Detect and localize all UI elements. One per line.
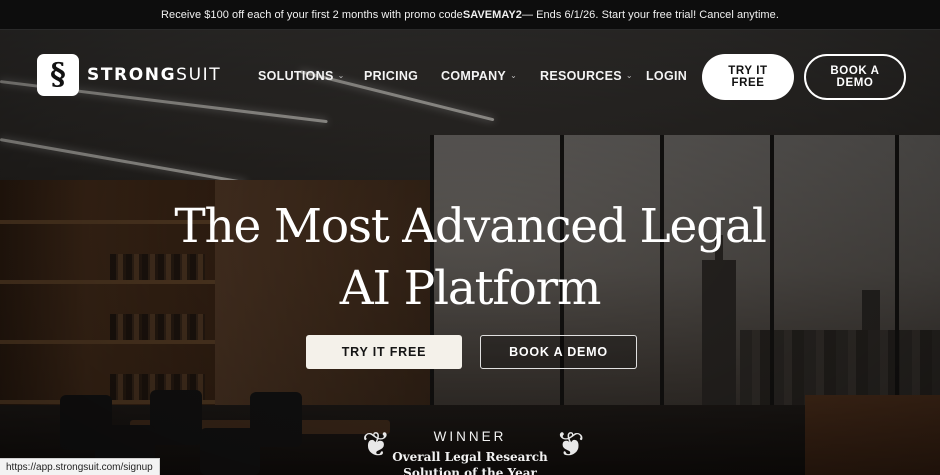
nav-pricing-label: PRICING xyxy=(364,69,419,83)
section-symbol-icon: § xyxy=(37,54,79,96)
promo-banner: Receive $100 off each of your first 2 mo… xyxy=(0,0,940,30)
nav-company-label: COMPANY xyxy=(441,69,507,83)
book-demo-nav-button[interactable]: BOOK A DEMO xyxy=(804,54,906,100)
nav-company[interactable]: COMPANY ⌄ xyxy=(441,69,517,83)
award-title: WINNER xyxy=(433,429,507,444)
status-bar-url: https://app.strongsuit.com/signup xyxy=(0,458,160,475)
logo[interactable]: § STRONGSUIT xyxy=(37,54,221,96)
nav-login-label: LOGIN xyxy=(646,69,688,83)
nav-solutions[interactable]: SOLUTIONS ⌄ xyxy=(258,69,345,83)
laurel-right-icon: ❦ xyxy=(556,425,585,465)
nav-login[interactable]: LOGIN xyxy=(646,69,687,83)
nav-solutions-label: SOLUTIONS xyxy=(258,69,334,83)
nav-resources[interactable]: RESOURCES ⌄ xyxy=(540,69,633,83)
nav-resources-label: RESOURCES xyxy=(540,69,622,83)
logo-wordmark: STRONGSUIT xyxy=(87,65,221,85)
promo-code: SAVEMAY2 xyxy=(462,8,522,21)
award-line-2: Solution of the Year xyxy=(403,466,537,475)
chevron-down-icon: ⌄ xyxy=(625,70,633,80)
promo-text-suffix: — Ends 6/1/26. Start your free trial! Ca… xyxy=(521,8,779,21)
try-it-free-button[interactable]: TRY IT FREE xyxy=(306,335,462,369)
award-line-1: Overall Legal Research xyxy=(392,450,548,464)
try-it-free-nav-button[interactable]: TRY IT FREE xyxy=(702,54,794,100)
chevron-down-icon: ⌄ xyxy=(510,70,518,80)
nav-pricing[interactable]: PRICING xyxy=(364,69,418,83)
logo-text-light: SUIT xyxy=(176,65,222,85)
logo-text-bold: STRONG xyxy=(87,65,177,85)
headline-line-2: AI Platform xyxy=(339,261,602,316)
book-demo-button[interactable]: BOOK A DEMO xyxy=(480,335,637,369)
hero-headline: The Most Advanced Legal AI Platform xyxy=(140,196,800,320)
headline-line-1: The Most Advanced Legal xyxy=(174,199,767,254)
promo-text-prefix: Receive $100 off each of your first 2 mo… xyxy=(161,8,463,21)
chevron-down-icon: ⌄ xyxy=(337,70,345,80)
